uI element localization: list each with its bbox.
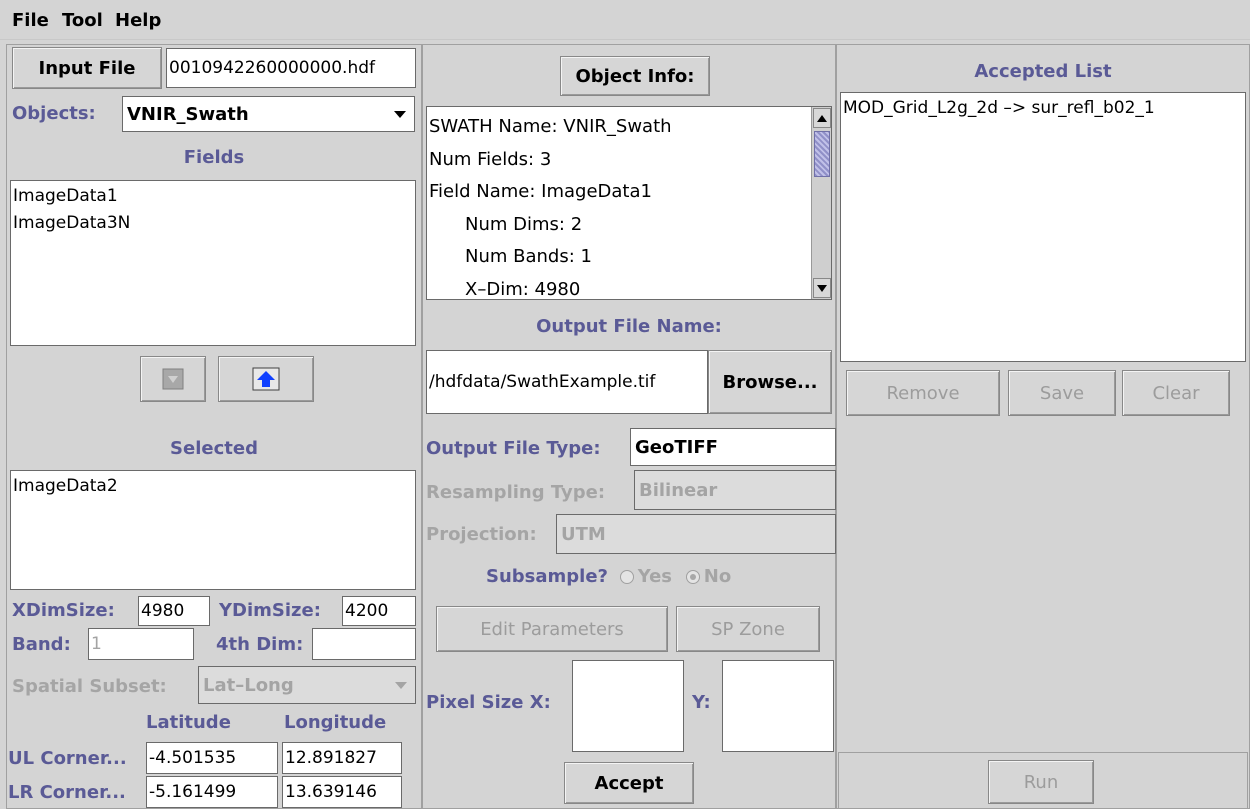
info-line: Num Bands: 1 xyxy=(465,246,592,267)
objects-value: VNIR_Swath xyxy=(127,103,249,125)
ydimsize-field[interactable]: 4200 xyxy=(342,596,416,626)
menu-tool[interactable]: Tool xyxy=(62,10,103,31)
list-item[interactable]: ImageData3N xyxy=(11,210,415,237)
spatial-subset-label: Spatial Subset: xyxy=(12,676,167,697)
input-file-field[interactable]: 0010942260000000.hdf xyxy=(166,48,416,88)
projection-label: Projection: xyxy=(426,524,537,545)
chevron-down-icon xyxy=(395,682,407,689)
info-scrollbar[interactable] xyxy=(811,107,831,299)
list-item[interactable]: ImageData1 xyxy=(11,183,415,210)
arrow-down-icon xyxy=(162,368,184,390)
selected-list[interactable]: ImageData2 xyxy=(10,470,416,590)
save-button[interactable]: Save xyxy=(1008,370,1116,416)
output-file-type-value: GeoTIFF xyxy=(635,436,718,458)
arrow-up-icon xyxy=(252,367,280,391)
output-file-type-label: Output File Type: xyxy=(426,438,601,459)
ul-latitude-field[interactable]: -4.501535 xyxy=(146,742,278,774)
pixel-size-y-field[interactable] xyxy=(722,660,834,752)
list-item[interactable]: MOD_Grid_L2g_2d –> sur_refl_b02_1 xyxy=(841,95,1245,122)
run-button[interactable]: Run xyxy=(988,760,1094,804)
list-item[interactable]: ImageData2 xyxy=(11,473,415,500)
info-line: SWATH Name: VNIR_Swath xyxy=(429,116,672,137)
scroll-thumb[interactable] xyxy=(814,131,830,177)
xdimsize-field[interactable]: 4980 xyxy=(138,596,210,626)
accepted-list-label: Accepted List xyxy=(974,61,1112,82)
lr-longitude-field[interactable]: 13.639146 xyxy=(282,776,402,808)
resampling-type-value: Bilinear xyxy=(639,479,718,501)
xdimsize-label: XDimSize: xyxy=(12,600,115,621)
scroll-down-button[interactable] xyxy=(813,278,831,298)
fields-label: Fields xyxy=(183,147,245,168)
move-down-button[interactable] xyxy=(140,356,206,402)
info-line: X–Dim: 4980 xyxy=(465,278,581,300)
edit-parameters-button[interactable]: Edit Parameters xyxy=(436,606,668,652)
radio-no[interactable] xyxy=(685,570,700,584)
output-file-field[interactable]: /hdfdata/SwathExample.tif xyxy=(426,350,708,414)
output-file-type-dropdown[interactable]: GeoTIFF xyxy=(630,428,836,466)
fields-list[interactable]: ImageData1 ImageData3N xyxy=(10,180,416,346)
subsample-label: Subsample? xyxy=(486,566,608,587)
accepted-list[interactable]: MOD_Grid_L2g_2d –> sur_refl_b02_1 xyxy=(840,92,1246,362)
accept-button[interactable]: Accept xyxy=(564,762,694,804)
browse-button[interactable]: Browse... xyxy=(708,350,832,414)
objects-label: Objects: xyxy=(12,103,96,124)
info-line: Num Dims: 2 xyxy=(465,213,583,235)
resampling-type-label: Resampling Type: xyxy=(426,482,606,503)
arrow-up-icon xyxy=(817,114,827,122)
output-file-name-label: Output File Name: xyxy=(536,316,722,337)
resampling-type-dropdown[interactable]: Bilinear xyxy=(634,470,836,510)
pixel-size-y-label: Y: xyxy=(692,692,711,713)
input-file-button[interactable]: Input File xyxy=(12,47,162,89)
band-label: Band: xyxy=(12,634,71,655)
pixel-size-x-label: Pixel Size X: xyxy=(426,692,551,713)
band-field[interactable]: 1 xyxy=(88,628,194,660)
yes-label: Yes xyxy=(637,566,673,587)
menu-file[interactable]: File xyxy=(12,10,49,31)
menu-bar: File Tool Help xyxy=(0,0,1250,40)
object-info-text: SWATH Name: VNIR_Swath Num Fields: 3 Fie… xyxy=(426,106,832,300)
clear-button[interactable]: Clear xyxy=(1122,370,1230,416)
subsample-yes[interactable]: Yes xyxy=(619,566,673,587)
info-line: Field Name: ImageData1 xyxy=(429,181,652,202)
ul-corner-label[interactable]: UL Corner... xyxy=(8,748,127,769)
menu-help[interactable]: Help xyxy=(115,10,161,31)
info-line: Num Fields: 3 xyxy=(429,148,552,170)
projection-value: UTM xyxy=(561,523,606,545)
fourth-dim-field[interactable] xyxy=(312,628,416,660)
arrow-down-icon xyxy=(817,284,827,292)
selected-label: Selected xyxy=(170,438,258,459)
object-info-button[interactable]: Object Info: xyxy=(560,56,710,96)
fourth-dim-label: 4th Dim: xyxy=(216,634,304,655)
ul-longitude-field[interactable]: 12.891827 xyxy=(282,742,402,774)
latitude-label: Latitude xyxy=(146,712,231,733)
radio-yes[interactable] xyxy=(619,570,634,584)
remove-button[interactable]: Remove xyxy=(846,370,1000,416)
objects-dropdown[interactable]: VNIR_Swath xyxy=(122,96,415,132)
move-up-button[interactable] xyxy=(218,356,314,402)
pixel-size-x-field[interactable] xyxy=(572,660,684,752)
subsample-no[interactable]: No xyxy=(685,566,732,587)
lr-corner-label[interactable]: LR Corner... xyxy=(8,782,126,803)
spatial-subset-value: Lat–Long xyxy=(203,674,294,696)
ydimsize-label: YDimSize: xyxy=(219,600,321,621)
lr-latitude-field[interactable]: -5.161499 xyxy=(146,776,278,808)
spatial-subset-dropdown[interactable]: Lat–Long xyxy=(198,666,416,704)
no-label: No xyxy=(703,566,732,587)
projection-dropdown[interactable]: UTM xyxy=(556,514,836,554)
sp-zone-button[interactable]: SP Zone xyxy=(676,606,820,652)
chevron-down-icon xyxy=(394,111,406,118)
subsample-group: Subsample? Yes No xyxy=(486,566,731,587)
scroll-up-button[interactable] xyxy=(813,108,831,128)
longitude-label: Longitude xyxy=(284,712,387,733)
